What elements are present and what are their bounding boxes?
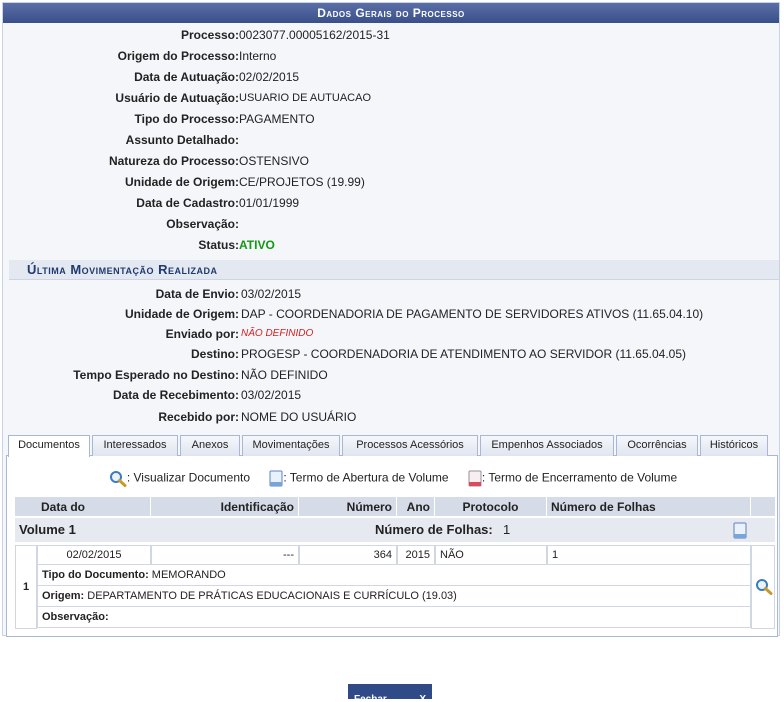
doc-date: 02/02/2015 xyxy=(37,545,151,565)
volume-row: Volume 1 Número de Folhas: 1 xyxy=(15,518,775,542)
info-row-processo: Processo: xyxy=(3,25,239,45)
value-data-cadastro: 01/01/1999 xyxy=(239,196,300,210)
doc-type-line: Tipo do Documento: MEMORANDO xyxy=(37,565,751,586)
tab-anexos[interactable]: Anexos xyxy=(180,435,240,456)
info-row-status: Status: xyxy=(198,238,239,252)
info-row-data-autuacao: Data de Autuação: xyxy=(134,70,239,84)
doc-type-label: Tipo do Documento: xyxy=(42,569,149,581)
tab-processos-acessorios[interactable]: Processos Acessórios xyxy=(342,435,478,456)
panel-title: Dados Gerais do Processo xyxy=(3,3,779,23)
info-row-assunto: Assunto Detalhado: xyxy=(125,133,239,147)
magnifier-icon xyxy=(109,471,127,487)
doc-obs-line: Observação: xyxy=(37,607,751,628)
tab-historicos[interactable]: Históricos xyxy=(700,435,768,456)
doc-actions-cell xyxy=(751,545,775,629)
mov-row-destino: Destino: xyxy=(191,347,239,361)
value-unidade-origem: CE/PROJETOS (19.99) xyxy=(239,175,365,189)
legend-view: : Visualizar Documento xyxy=(109,470,250,487)
col-data-documento: Data do Documento xyxy=(37,497,151,534)
value-processo: 0023077.00005162/2015-31 xyxy=(239,28,390,42)
info-row-tipo-processo: Tipo do Processo: xyxy=(134,112,239,126)
value-data-autuacao: 02/02/2015 xyxy=(239,70,300,84)
info-row-data-cadastro: Data de Cadastro: xyxy=(136,196,239,210)
status-badge: ATIVO xyxy=(239,238,275,252)
volume-label: Volume 1 xyxy=(19,522,76,537)
view-document-icon[interactable] xyxy=(755,578,773,595)
value-data-envio: 03/02/2015 xyxy=(241,287,302,301)
tab-ocorrencias[interactable]: Ocorrências xyxy=(616,435,698,456)
mov-row-data-recebimento: Data de Recebimento: xyxy=(112,388,239,402)
value-natureza: OSTENSIVO xyxy=(239,154,310,168)
tab-documentos[interactable]: Documentos xyxy=(8,435,90,457)
value-destino: PROGESP - COORDENADORIA DE ATENDIMENTO A… xyxy=(241,347,687,361)
info-row-natureza: Natureza do Processo: xyxy=(108,154,239,168)
info-row-unidade-origem: Unidade de Origem: xyxy=(124,175,239,189)
close-x-icon: X xyxy=(419,693,426,702)
volume-pages: 1 xyxy=(503,522,511,537)
tab-movimentacoes[interactable]: Movimentações xyxy=(242,435,340,456)
doc-pages: 1 xyxy=(547,545,751,565)
icon-legend: : Visualizar Documento : Termo de Abertu… xyxy=(7,470,779,487)
mov-row-recebido-por: Recebido por: xyxy=(158,410,239,424)
tab-bar: Documentos Interessados Anexos Movimenta… xyxy=(6,433,778,457)
value-usuario-autuacao: USUARIO DE AUTUACAO xyxy=(239,92,372,104)
value-tempo-esperado: NÃO DEFINIDO xyxy=(241,368,328,382)
doc-identification: --- xyxy=(151,545,299,565)
info-row-observacao: Observação: xyxy=(166,217,239,231)
mov-row-enviado-por: Enviado por: xyxy=(165,327,239,341)
value-enviado-por: NÃO DEFINIDO xyxy=(241,328,314,339)
documents-tab-panel: : Visualizar Documento : Termo de Abertu… xyxy=(6,456,778,637)
doc-origin-label: Origem: xyxy=(42,590,85,602)
legend-open-term: : Termo de Abertura de Volume xyxy=(269,470,449,487)
doc-obs-label: Observação: xyxy=(42,611,109,623)
doc-protocol: NÃO PROTOCOLADO xyxy=(435,545,547,580)
col-numero: Número xyxy=(299,497,397,517)
col-protocolo: Protocolo xyxy=(435,497,547,517)
label-processo: Processo: xyxy=(180,28,239,42)
value-tipo-processo: PAGAMENTO xyxy=(239,112,315,126)
volume-pages-label: Número de Folhas: xyxy=(375,522,493,537)
doc-origin-value: DEPARTAMENTO DE PRÁTICAS EDUCACIONAIS E … xyxy=(87,590,457,602)
process-details-panel: Dados Gerais do Processo Processo: 00230… xyxy=(2,2,780,637)
document-red-icon xyxy=(468,470,482,487)
value-origem: Interno xyxy=(239,49,277,63)
value-recebido-por: NOME DO USUÁRIO xyxy=(241,410,357,424)
table-header: Data do Documento Identificação Número A… xyxy=(15,497,775,534)
col-numero-folhas: Número de Folhas xyxy=(547,497,751,517)
mov-row-tempo-esperado: Tempo Esperado no Destino: xyxy=(73,368,239,382)
doc-number: 364 xyxy=(299,545,397,565)
info-row-usuario-autuacao: Usuário de Autuação: xyxy=(115,91,239,105)
legend-close-term: : Termo de Encerramento de Volume xyxy=(468,470,677,487)
tab-interessados[interactable]: Interessados xyxy=(92,435,178,456)
value-data-recebimento: 03/02/2015 xyxy=(241,388,302,402)
tab-empenhos-associados[interactable]: Empenhos Associados xyxy=(480,435,614,456)
value-observacao xyxy=(239,214,759,234)
col-identificacao: Identificação xyxy=(151,497,299,517)
doc-origin-line: Origem: DEPARTAMENTO DE PRÁTICAS EDUCACI… xyxy=(37,586,751,607)
section-title-movement: Última Movimentação Realizada xyxy=(9,260,779,280)
volume-term-icon[interactable] xyxy=(733,522,747,539)
doc-year: 2015 xyxy=(397,545,435,565)
col-ano: Ano xyxy=(397,497,435,517)
value-assunto xyxy=(239,130,759,150)
value-mov-unidade-origem: DAP - COORDENADORIA DE PAGAMENTO DE SERV… xyxy=(241,307,704,321)
document-blue-icon xyxy=(269,470,283,487)
document-index: 1 xyxy=(15,545,37,629)
close-button[interactable]: Fechar X xyxy=(348,684,432,702)
doc-type-value: MEMORANDO xyxy=(151,569,226,581)
mov-row-unidade-origem: Unidade de Origem: xyxy=(124,307,239,321)
info-row-origem: Origem do Processo: xyxy=(117,49,239,63)
mov-row-data-envio: Data de Envio: xyxy=(155,287,239,301)
